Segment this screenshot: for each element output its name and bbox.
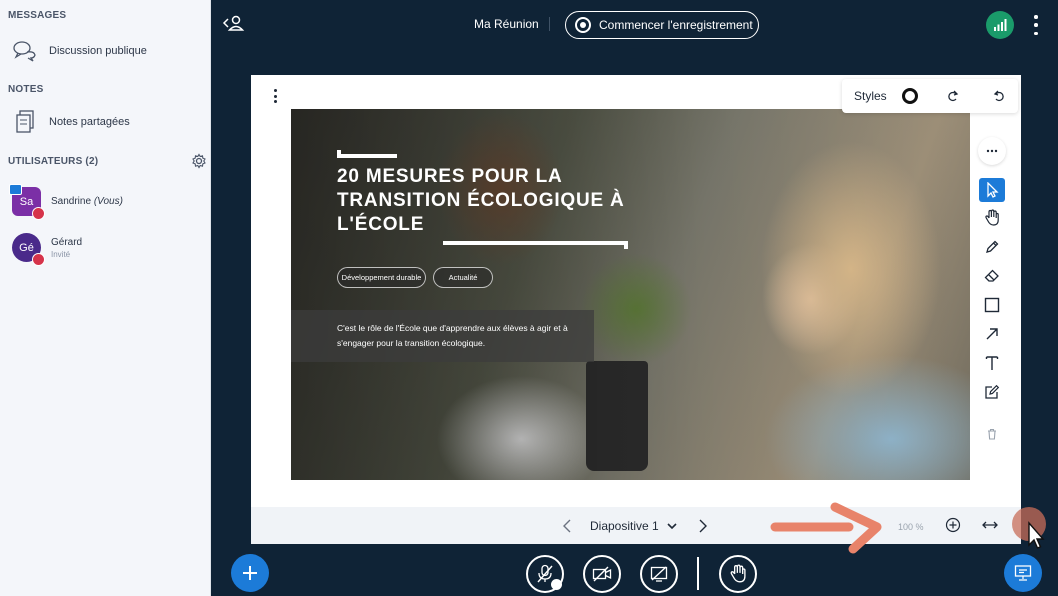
user-item-gerard[interactable]: Gé Gérard Invité <box>12 233 83 266</box>
stroke-style-icon[interactable] <box>901 88 918 104</box>
toggle-userlist-icon[interactable] <box>222 14 246 34</box>
chat-icon <box>12 38 38 64</box>
presenter-badge-icon <box>9 184 22 195</box>
user-self-suffix: (Vous) <box>93 196 123 207</box>
undo-icon[interactable] <box>993 90 1005 102</box>
more-tools-icon[interactable] <box>978 137 1006 165</box>
raise-hand-icon <box>730 564 746 583</box>
redo-icon[interactable] <box>947 90 959 102</box>
pencil-tool-icon[interactable] <box>979 235 1005 259</box>
slide-selector[interactable]: Diapositive 1 <box>590 519 677 533</box>
slide-description: C'est le rôle de l'École que d'apprendre… <box>337 323 568 348</box>
webcam-off-icon <box>592 566 612 582</box>
share-webcam-button[interactable] <box>583 555 621 593</box>
styles-toolbar: Styles <box>842 79 1018 113</box>
public-chat-label: Discussion publique <box>49 45 147 57</box>
fit-to-width-icon[interactable] <box>982 519 998 531</box>
options-menu-icon[interactable] <box>1030 15 1042 35</box>
mouse-cursor-icon <box>1028 521 1045 549</box>
delete-icon[interactable] <box>979 422 1005 446</box>
avatar: Sa <box>9 184 45 220</box>
user-name: Sandrine <box>51 196 92 207</box>
zoom-in-icon[interactable] <box>945 517 961 533</box>
public-chat-item[interactable]: Discussion publique <box>12 38 147 64</box>
slide-tag: Développement durable <box>337 267 426 288</box>
toggle-presentation-button[interactable] <box>1004 554 1042 592</box>
muted-mic-icon <box>32 253 45 266</box>
record-icon <box>575 17 591 33</box>
record-label: Commencer l'enregistrement <box>599 18 753 32</box>
slide-navigation-bar: Diapositive 1 100 % <box>251 507 1021 544</box>
actions-add-button[interactable] <box>231 554 269 592</box>
shared-notes-label: Notes partagées <box>49 116 130 128</box>
next-slide-icon[interactable] <box>698 519 708 533</box>
divider <box>549 17 550 31</box>
sidebar: MESSAGES Discussion publique NOTES Notes… <box>0 0 211 596</box>
plus-icon <box>243 566 257 580</box>
title-decoration <box>443 241 628 249</box>
start-recording-button[interactable]: Commencer l'enregistrement <box>565 11 759 39</box>
users-section-title: UTILISATEURS (2) <box>8 156 99 167</box>
unmute-microphone-button[interactable] <box>526 555 564 593</box>
raise-hand-button[interactable] <box>719 555 757 593</box>
messages-section-title: MESSAGES <box>8 10 67 21</box>
pan-hand-icon[interactable] <box>979 206 1005 230</box>
user-item-sandrine[interactable]: Sa Sandrine (Vous) <box>9 184 123 220</box>
previous-slide-icon[interactable] <box>562 519 572 533</box>
connection-status-icon[interactable] <box>986 11 1014 39</box>
title-decoration <box>337 150 397 158</box>
whiteboard-toolbar <box>974 132 1008 457</box>
zoom-level: 100 % <box>898 522 924 532</box>
eraser-tool-icon[interactable] <box>979 264 1005 288</box>
share-screen-button[interactable] <box>640 555 678 593</box>
styles-label[interactable]: Styles <box>854 89 887 103</box>
user-settings-gear-icon[interactable] <box>191 153 207 169</box>
arrow-tool-icon[interactable] <box>979 322 1005 346</box>
avatar: Gé <box>12 233 45 266</box>
select-tool-icon[interactable] <box>979 178 1005 202</box>
screen-share-off-icon <box>650 566 668 582</box>
slide-tag: Actualité <box>433 267 493 288</box>
presentation-icon <box>1014 565 1032 581</box>
rectangle-tool-icon[interactable] <box>979 293 1005 317</box>
text-tool-icon[interactable] <box>979 351 1005 375</box>
muted-mic-icon <box>32 207 45 220</box>
slide-title: 20 mesures pour la transition écologique… <box>337 166 625 235</box>
presentation-area: 20 mesures pour la transition écologique… <box>251 75 1021 544</box>
user-name: Gérard <box>51 236 83 248</box>
slide-selector-label: Diapositive 1 <box>590 519 659 533</box>
slide-image: 20 mesures pour la transition écologique… <box>291 109 970 480</box>
user-role: Invité <box>51 249 71 259</box>
meeting-title: Ma Réunion <box>474 17 539 31</box>
sticky-note-tool-icon[interactable] <box>979 380 1005 404</box>
chevron-down-icon <box>667 522 677 529</box>
divider <box>697 557 699 590</box>
shared-notes-item[interactable]: Notes partagées <box>12 109 130 135</box>
audio-settings-chevron-icon[interactable] <box>551 579 562 590</box>
notes-section-title: NOTES <box>8 84 44 95</box>
notes-icon <box>12 109 38 135</box>
presentation-options-icon[interactable] <box>272 89 278 103</box>
